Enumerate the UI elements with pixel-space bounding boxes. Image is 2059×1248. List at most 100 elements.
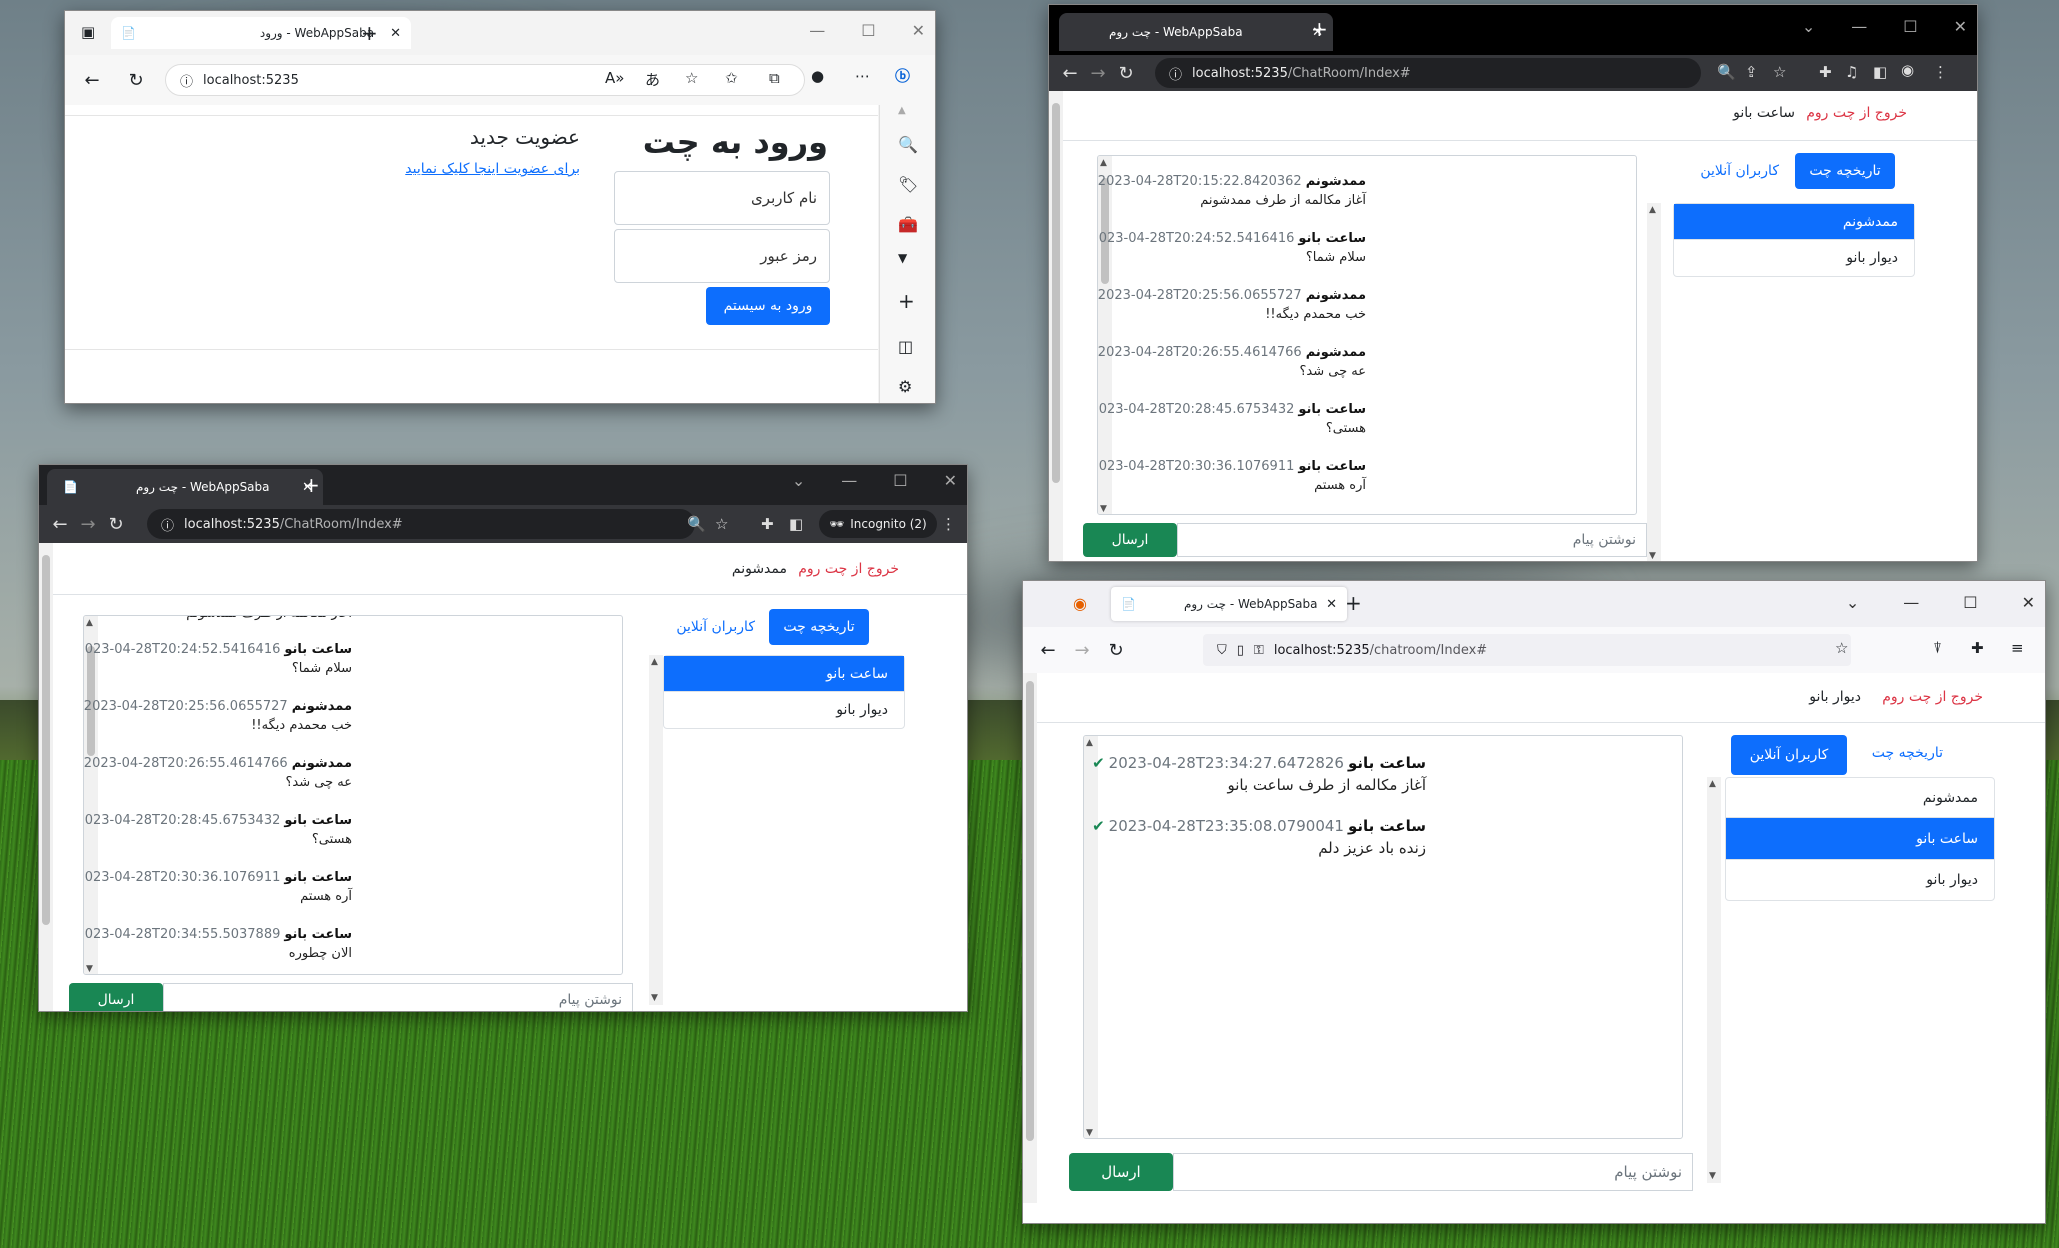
back-icon[interactable]: ← bbox=[1057, 63, 1083, 84]
logout-link[interactable]: خروج از چت روم bbox=[1882, 689, 1983, 705]
more-icon[interactable]: ⋯ bbox=[855, 67, 870, 85]
page-scrollbar[interactable] bbox=[39, 543, 53, 1011]
address-bar[interactable]: ⓘ localhost:5235 bbox=[165, 64, 805, 96]
tab-chatroom[interactable]: 📄 چت روم - WebAppSaba ✕ bbox=[47, 469, 323, 505]
user-list-item[interactable]: ساعت بانو bbox=[1726, 818, 1994, 860]
chat-history-button[interactable]: تاریخچه چت bbox=[1872, 745, 1943, 761]
reload-icon[interactable]: ↻ bbox=[1103, 640, 1129, 661]
message-input[interactable]: نوشتن پیام bbox=[1173, 1153, 1693, 1191]
bookmark-icon[interactable]: ☆ bbox=[1835, 639, 1848, 657]
new-tab-icon[interactable]: + bbox=[1311, 17, 1328, 41]
forward-icon[interactable]: → bbox=[1085, 63, 1111, 84]
forward-icon[interactable]: → bbox=[75, 514, 101, 535]
add-icon[interactable]: + bbox=[898, 289, 915, 313]
user-list-scrollbar[interactable]: ▲ ▼ bbox=[649, 655, 663, 1005]
close-tab-icon[interactable]: ✕ bbox=[390, 26, 401, 41]
side-panel-icon[interactable]: ◧ bbox=[1873, 63, 1887, 81]
collections-icon[interactable]: ⧉ bbox=[769, 69, 780, 87]
profile-icon[interactable]: ● bbox=[811, 67, 824, 85]
close-tab-icon[interactable]: ✕ bbox=[1326, 597, 1337, 612]
shopping-icon[interactable]: 🏷 bbox=[898, 175, 918, 194]
close-window-icon[interactable]: ✕ bbox=[2022, 593, 2035, 612]
message-input[interactable]: نوشتن پیام bbox=[163, 983, 633, 1011]
back-icon[interactable]: ← bbox=[1035, 640, 1061, 661]
username-input[interactable]: نام کاربری bbox=[614, 171, 830, 225]
maximize-icon[interactable]: ☐ bbox=[893, 471, 907, 490]
message-input[interactable]: نوشتن پیام bbox=[1177, 523, 1647, 557]
address-bar[interactable]: ⛉ ▯ ⚿ localhost:5235/chatroom/Index# bbox=[1203, 634, 1851, 666]
user-list-item[interactable]: ساعت بانو bbox=[664, 656, 904, 692]
send-button[interactable]: ارسال bbox=[1069, 1153, 1173, 1191]
split-screen-icon[interactable]: ◫ bbox=[898, 337, 913, 356]
side-panel-icon[interactable]: ◧ bbox=[789, 515, 803, 533]
minimize-icon[interactable]: — bbox=[1851, 17, 1867, 36]
read-aloud-icon[interactable]: A» bbox=[605, 69, 624, 87]
list-tabs-icon[interactable]: ⌄ bbox=[1846, 593, 1859, 612]
user-list-item[interactable]: دیوار بانو bbox=[1674, 240, 1914, 276]
extensions-icon[interactable]: ✚ bbox=[1971, 639, 1984, 657]
minimize-icon[interactable]: — bbox=[841, 471, 857, 490]
user-list-scrollbar[interactable]: ▲ ▼ bbox=[1647, 203, 1661, 561]
reload-icon[interactable]: ↻ bbox=[123, 70, 149, 91]
firefox-view-icon[interactable]: ◉ bbox=[1073, 594, 1087, 613]
user-list-scrollbar[interactable]: ▲ ▼ bbox=[1707, 777, 1721, 1183]
tab-chatroom[interactable]: چت روم - WebAppSaba ✕ bbox=[1059, 13, 1333, 51]
settings-icon[interactable]: ⚙ bbox=[898, 377, 912, 396]
online-users-button[interactable]: کاربران آنلاین bbox=[676, 619, 755, 635]
pocket-icon[interactable]: ⍒ bbox=[1933, 639, 1942, 657]
more-icon[interactable]: ⋮ bbox=[941, 515, 956, 533]
back-icon[interactable]: ← bbox=[47, 514, 73, 535]
register-link[interactable]: برای عضویت اینجا کلیک نمایید bbox=[405, 161, 580, 177]
address-bar[interactable]: ⓘ localhost:5235/ChatRoom/Index# bbox=[147, 509, 695, 539]
user-list-item[interactable]: دیوار بانو bbox=[1726, 860, 1994, 900]
maximize-icon[interactable]: ☐ bbox=[1903, 17, 1917, 36]
reload-icon[interactable]: ↻ bbox=[1113, 63, 1139, 84]
favorite-icon[interactable]: ☆ bbox=[685, 69, 698, 87]
zoom-icon[interactable]: 🔍 bbox=[1717, 63, 1736, 81]
close-window-icon[interactable]: ✕ bbox=[912, 21, 925, 40]
chevron-down-icon[interactable]: ▼ bbox=[898, 251, 907, 265]
scroll-up-icon[interactable]: ▲ bbox=[898, 105, 906, 116]
share-icon[interactable]: ⇪ bbox=[1745, 63, 1758, 81]
close-window-icon[interactable]: ✕ bbox=[1954, 17, 1967, 36]
login-button[interactable]: ورود به سیستم bbox=[706, 287, 830, 325]
zoom-icon[interactable]: 🔍 bbox=[687, 515, 706, 533]
tab-actions-icon[interactable]: ▣ bbox=[81, 23, 95, 41]
minimize-icon[interactable]: — bbox=[809, 21, 825, 40]
translate-icon[interactable]: あ bbox=[645, 69, 660, 90]
new-tab-icon[interactable]: + bbox=[1345, 591, 1362, 615]
new-tab-icon[interactable]: + bbox=[361, 21, 378, 45]
extensions-icon[interactable]: ✚ bbox=[761, 515, 774, 533]
avatar[interactable]: ◉ bbox=[1901, 61, 1914, 79]
user-list-item[interactable]: ممدشونم bbox=[1674, 204, 1914, 240]
address-bar[interactable]: ⓘ localhost:5235/ChatRoom/Index# bbox=[1155, 58, 1701, 88]
maximize-icon[interactable]: ☐ bbox=[861, 21, 875, 40]
more-icon[interactable]: ⋮ bbox=[1933, 63, 1948, 81]
page-scrollbar[interactable] bbox=[1023, 673, 1037, 1203]
tab-chatroom[interactable]: 📄 چت روم - WebAppSaba ✕ bbox=[1111, 587, 1347, 621]
forward-icon[interactable]: → bbox=[1069, 640, 1095, 661]
chat-history-button[interactable]: تاریخچه چت bbox=[1795, 153, 1895, 189]
send-button[interactable]: ارسال bbox=[69, 983, 163, 1011]
bookmark-icon[interactable]: ☆ bbox=[1773, 63, 1786, 81]
password-input[interactable]: رمز عبور bbox=[614, 229, 830, 283]
chat-history-button[interactable]: تاریخچه چت bbox=[769, 609, 869, 645]
bookmark-icon[interactable]: ☆ bbox=[715, 515, 728, 533]
chat-scrollbar[interactable]: ▲ ▼ bbox=[1084, 736, 1098, 1138]
menu-icon[interactable]: ≡ bbox=[2011, 639, 2024, 657]
back-icon[interactable]: ← bbox=[79, 70, 105, 91]
logout-link[interactable]: خروج از چت روم bbox=[1806, 105, 1907, 121]
new-tab-icon[interactable]: + bbox=[303, 473, 320, 497]
online-users-button[interactable]: کاربران آنلاین bbox=[1700, 163, 1779, 179]
search-icon[interactable]: 🔍 bbox=[898, 135, 918, 154]
online-users-button[interactable]: کاربران آنلاین bbox=[1731, 735, 1847, 775]
media-icon[interactable]: ♫ bbox=[1845, 63, 1858, 81]
page-scrollbar[interactable] bbox=[1049, 91, 1063, 561]
minimize-icon[interactable]: — bbox=[1903, 593, 1919, 612]
user-list-item[interactable]: دیوار بانو bbox=[664, 692, 904, 728]
bing-icon[interactable]: ⓑ bbox=[895, 65, 910, 86]
incognito-badge[interactable]: 🕶 Incognito (2) bbox=[819, 510, 937, 538]
maximize-icon[interactable]: ☐ bbox=[1963, 593, 1977, 612]
tools-icon[interactable]: 🧰 bbox=[898, 215, 918, 234]
close-window-icon[interactable]: ✕ bbox=[944, 471, 957, 490]
